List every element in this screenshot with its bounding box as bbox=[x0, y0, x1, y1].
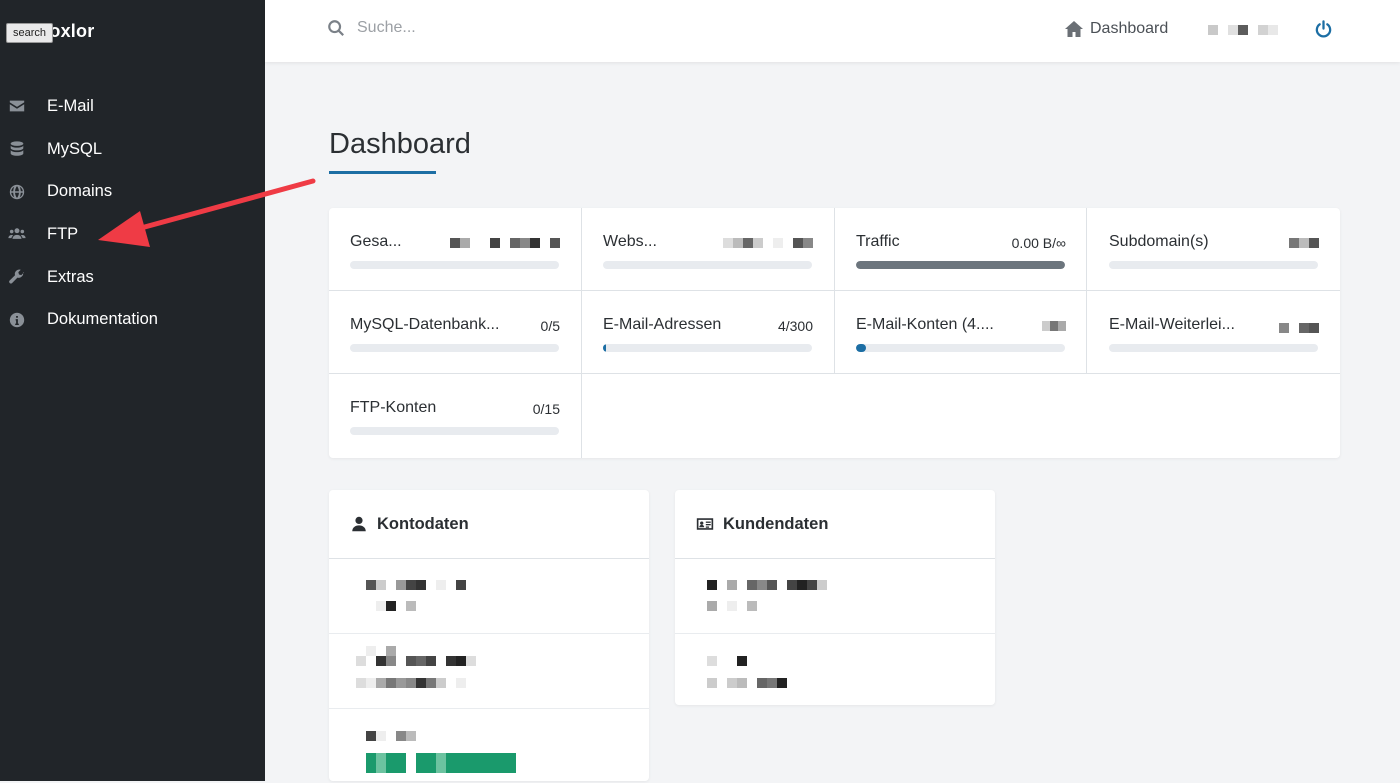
stat-label: Subdomain(s) bbox=[1109, 233, 1209, 250]
power-icon bbox=[1315, 20, 1332, 38]
sidebar-item-label: Extras bbox=[47, 267, 94, 286]
account-row-redacted bbox=[329, 559, 649, 634]
stat-label: Webs... bbox=[603, 233, 657, 250]
stat-label: E-Mail-Adressen bbox=[603, 316, 722, 333]
stat-progress-bar bbox=[350, 427, 559, 435]
sidebar-item-domains[interactable]: Domains bbox=[0, 170, 265, 213]
sidebar: froxlor search E-Mail MySQL Domains FTP bbox=[0, 0, 265, 781]
info-circle-icon bbox=[8, 311, 26, 329]
title-underline bbox=[329, 171, 436, 174]
sidebar-item-extras[interactable]: Extras bbox=[0, 256, 265, 299]
stat-progress-bar bbox=[856, 261, 1065, 269]
stat-value-redacted bbox=[1289, 238, 1319, 248]
sidebar-item-label: MySQL bbox=[47, 139, 103, 158]
stat-label: E-Mail-Weiterlei... bbox=[1109, 316, 1235, 333]
sidebar-item-mysql[interactable]: MySQL bbox=[0, 128, 265, 171]
stat-progress-bar bbox=[603, 344, 812, 352]
stat-label: MySQL-Datenbank... bbox=[350, 316, 500, 333]
stat-progress-bar bbox=[1109, 261, 1318, 269]
users-icon bbox=[8, 225, 26, 243]
logout-button[interactable] bbox=[1314, 20, 1333, 44]
customer-details-card: Kundendaten bbox=[675, 490, 995, 705]
database-icon bbox=[8, 140, 26, 158]
stat-label: E-Mail-Konten (4.... bbox=[856, 316, 994, 333]
card-header: Kundendaten bbox=[675, 490, 995, 559]
globe-icon bbox=[8, 183, 26, 201]
stat-traffic: Traffic 0.00 B/∞ bbox=[835, 208, 1087, 290]
account-details-card: Kontodaten bbox=[329, 490, 649, 781]
stat-value: 0/5 bbox=[540, 318, 560, 334]
wrench-icon bbox=[8, 268, 26, 286]
card-title: Kundendaten bbox=[723, 514, 829, 533]
account-row-redacted bbox=[329, 709, 649, 783]
resource-stats-panel: Gesa... Webs... Traffic 0.00 B/∞ Subdoma… bbox=[329, 208, 1340, 458]
stat-email-accounts: E-Mail-Konten (4.... bbox=[835, 291, 1087, 373]
search-box bbox=[327, 18, 619, 38]
stat-label: Traffic bbox=[856, 233, 900, 250]
stat-value: 0.00 B/∞ bbox=[1011, 235, 1066, 251]
stat-progress-bar bbox=[350, 261, 559, 269]
dashboard-link[interactable]: Dashboard bbox=[1064, 19, 1168, 39]
stat-ftp-accounts: FTP-Konten 0/15 bbox=[329, 374, 581, 456]
search-icon bbox=[328, 20, 344, 36]
sidebar-item-email[interactable]: E-Mail bbox=[0, 85, 265, 128]
sidebar-item-label: Domains bbox=[47, 182, 113, 201]
card-header: Kontodaten bbox=[329, 490, 649, 559]
stat-email-addresses: E-Mail-Adressen 4/300 bbox=[582, 291, 834, 373]
account-row-redacted bbox=[329, 634, 649, 709]
stat-value: 4/300 bbox=[777, 318, 813, 334]
stat-value-redacted bbox=[1279, 323, 1319, 333]
topbar: Dashboard bbox=[265, 0, 1400, 62]
home-icon bbox=[1065, 21, 1083, 37]
stat-progress-bar bbox=[603, 261, 812, 269]
sidebar-nav: E-Mail MySQL Domains FTP Extras Dokument… bbox=[0, 85, 265, 341]
stat-progress-bar bbox=[350, 344, 559, 352]
search-input[interactable] bbox=[355, 18, 619, 38]
stat-value: 0/15 bbox=[532, 401, 560, 417]
card-title: Kontodaten bbox=[377, 514, 469, 533]
stat-subdomains: Subdomain(s) bbox=[1088, 208, 1340, 290]
stat-value-redacted bbox=[1042, 321, 1066, 331]
user-icon bbox=[352, 516, 366, 532]
stat-email-forwarders: E-Mail-Weiterlei... bbox=[1088, 291, 1340, 373]
sidebar-item-documentation[interactable]: Dokumentation bbox=[0, 298, 265, 341]
id-card-icon bbox=[696, 518, 714, 530]
customer-row-redacted bbox=[675, 559, 995, 634]
stat-value-redacted bbox=[723, 238, 813, 248]
search-tooltip: search bbox=[6, 23, 54, 43]
stat-total-domains: Gesa... bbox=[329, 208, 581, 290]
sidebar-item-label: E-Mail bbox=[47, 96, 94, 115]
stat-value-redacted bbox=[450, 238, 560, 248]
user-menu[interactable] bbox=[1208, 25, 1278, 35]
stat-mysql-databases: MySQL-Datenbank... 0/5 bbox=[329, 291, 581, 373]
sidebar-item-ftp[interactable]: FTP bbox=[0, 213, 265, 256]
stat-label: FTP-Konten bbox=[350, 399, 437, 416]
sidebar-item-label: FTP bbox=[47, 224, 79, 243]
stat-websites: Webs... bbox=[582, 208, 834, 290]
customer-row-redacted bbox=[675, 634, 995, 706]
envelope-icon bbox=[8, 97, 26, 115]
page-title: Dashboard bbox=[329, 128, 471, 160]
dashboard-link-label: Dashboard bbox=[1090, 20, 1169, 37]
stat-progress-bar bbox=[856, 344, 1065, 352]
stat-progress-bar bbox=[1109, 344, 1318, 352]
sidebar-item-label: Dokumentation bbox=[47, 310, 158, 329]
stat-label: Gesa... bbox=[350, 233, 402, 250]
